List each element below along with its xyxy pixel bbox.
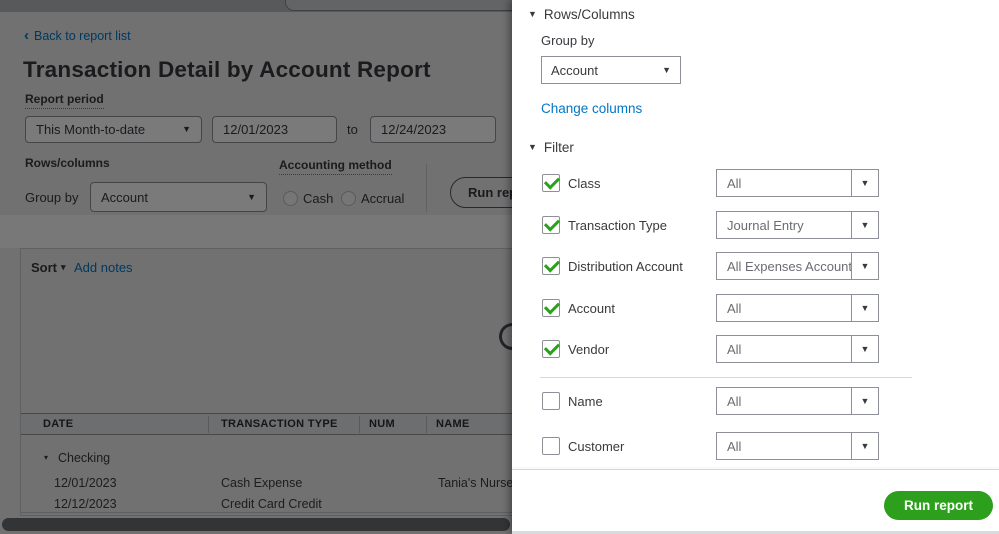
account-checkbox[interactable] [542, 299, 560, 317]
filter-section-label: Filter [544, 140, 574, 155]
distribution-account-checkbox[interactable] [542, 257, 560, 275]
filter-row-name: Name All ▼ [512, 387, 999, 415]
panel-group-by-dropdown[interactable]: Account ▼ [541, 56, 681, 84]
rows-columns-section-header[interactable]: ▼ Rows/Columns [528, 7, 635, 22]
customer-filter-label: Customer [568, 439, 624, 454]
panel-group-by-value: Account [551, 63, 598, 78]
filter-row-transaction-type: Transaction Type Journal Entry ▼ [512, 211, 999, 239]
filter-row-class: Class All ▼ [512, 169, 999, 197]
chevron-down-icon[interactable]: ▼ [851, 253, 878, 279]
chevron-down-icon[interactable]: ▼ [851, 388, 878, 414]
run-report-button[interactable]: Run report [884, 491, 993, 520]
chevron-down-icon[interactable]: ▼ [851, 433, 878, 459]
transaction-type-checkbox[interactable] [542, 216, 560, 234]
customize-report-panel: ▼ Rows/Columns Group by Account ▼ Change… [512, 0, 999, 534]
account-filter-dropdown[interactable]: All ▼ [716, 294, 879, 322]
account-filter-label: Account [568, 301, 615, 316]
name-checkbox[interactable] [542, 392, 560, 410]
chevron-down-icon[interactable]: ▼ [851, 212, 878, 238]
change-columns-link[interactable]: Change columns [541, 101, 642, 116]
transaction-type-filter-label: Transaction Type [568, 218, 667, 233]
name-filter-label: Name [568, 394, 603, 409]
chevron-down-icon[interactable]: ▼ [851, 336, 878, 362]
class-filter-label: Class [568, 176, 601, 191]
vendor-filter-label: Vendor [568, 342, 609, 357]
chevron-down-icon[interactable]: ▼ [851, 170, 878, 196]
section-collapse-icon: ▼ [528, 143, 537, 152]
filter-row-customer: Customer All ▼ [512, 432, 999, 460]
class-filter-dropdown[interactable]: All ▼ [716, 169, 879, 197]
panel-group-by-label: Group by [541, 33, 594, 48]
chevron-down-icon[interactable]: ▼ [851, 295, 878, 321]
class-checkbox[interactable] [542, 174, 560, 192]
filter-row-distribution-account: Distribution Account All Expenses Accoun… [512, 252, 999, 280]
vendor-checkbox[interactable] [542, 340, 560, 358]
transaction-type-filter-dropdown[interactable]: Journal Entry ▼ [716, 211, 879, 239]
filter-divider [540, 377, 912, 378]
rows-columns-section-label: Rows/Columns [544, 7, 635, 22]
customer-checkbox[interactable] [542, 437, 560, 455]
panel-footer: Run report [512, 469, 999, 531]
customer-filter-dropdown[interactable]: All ▼ [716, 432, 879, 460]
chevron-down-icon: ▼ [662, 66, 671, 75]
filter-section-header[interactable]: ▼ Filter [528, 140, 574, 155]
screen: ‹ Back to report list Transaction Detail… [0, 0, 999, 534]
distribution-account-filter-dropdown[interactable]: All Expenses Accounts ▼ [716, 252, 879, 280]
name-filter-dropdown[interactable]: All ▼ [716, 387, 879, 415]
distribution-account-filter-label: Distribution Account [568, 259, 683, 274]
section-collapse-icon: ▼ [528, 10, 537, 19]
modal-overlay[interactable] [0, 0, 513, 534]
vendor-filter-dropdown[interactable]: All ▼ [716, 335, 879, 363]
filter-row-vendor: Vendor All ▼ [512, 335, 999, 363]
filter-row-account: Account All ▼ [512, 294, 999, 322]
